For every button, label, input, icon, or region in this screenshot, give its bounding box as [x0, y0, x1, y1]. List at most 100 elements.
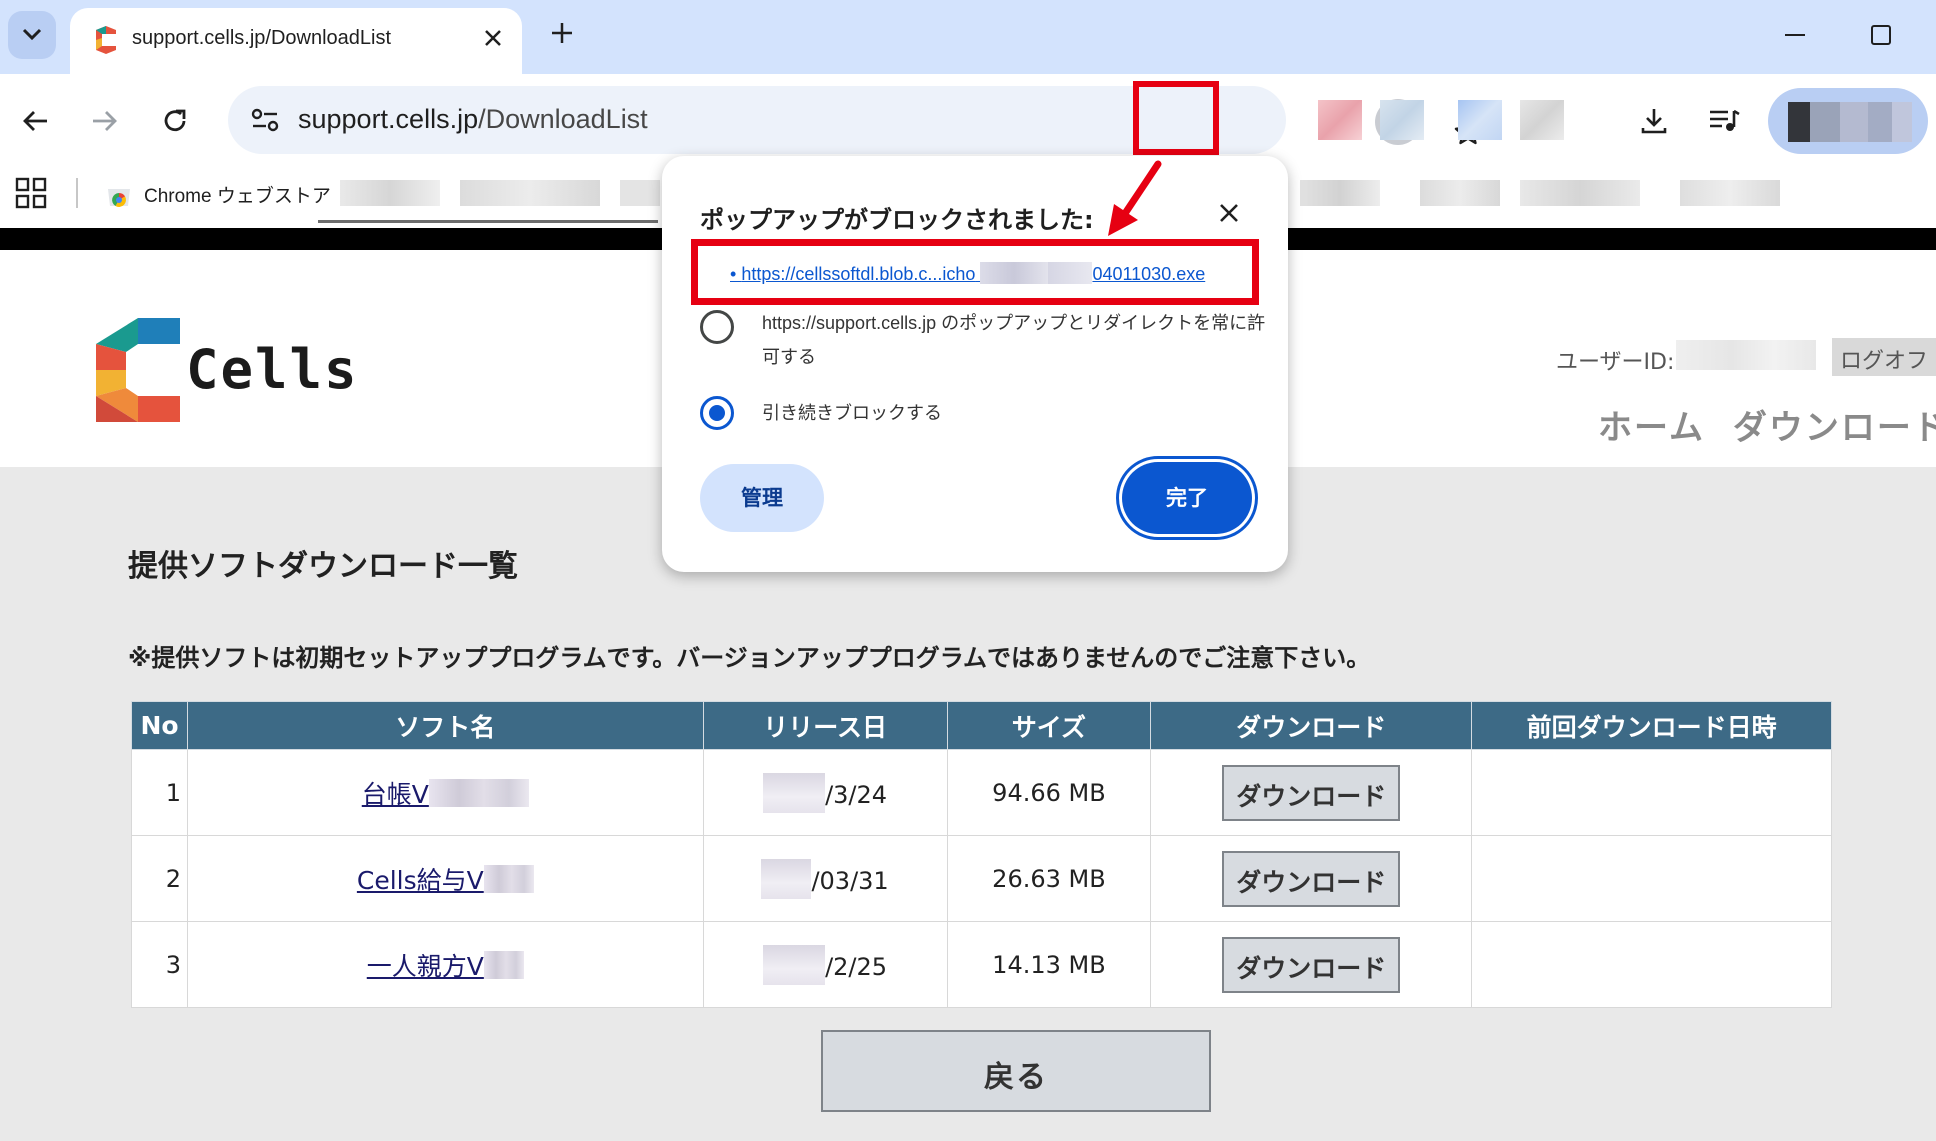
download-button[interactable]: ダウンロード — [1222, 936, 1401, 993]
row-release-cell: /2/25 — [702, 921, 948, 1008]
bookmark-item[interactable] — [620, 180, 660, 206]
new-tab-plus-icon[interactable] — [546, 17, 578, 49]
radio-block[interactable] — [700, 396, 734, 430]
row-last-download — [1471, 835, 1832, 922]
radio-allow-label[interactable]: https://support.cells.jp のポップアップとリダイレクトを… — [762, 306, 1265, 374]
top-nav: ホーム ダウンロード — [1598, 400, 1936, 449]
extension-icon[interactable] — [1520, 100, 1564, 140]
address-bar[interactable]: support.cells.jp/DownloadList — [228, 86, 1482, 154]
software-link[interactable]: Cells給与V — [357, 864, 534, 895]
redacted-year — [763, 772, 826, 813]
release-date: /3/24 — [825, 780, 888, 809]
extension-icon[interactable] — [1458, 100, 1502, 140]
tab-search-button[interactable] — [8, 11, 56, 59]
row-no: 2 — [131, 835, 188, 922]
bookmark-item[interactable] — [1520, 180, 1640, 206]
site-settings-icon[interactable] — [244, 100, 286, 140]
table-header-row: No ソフト名 リリース日 サイズ ダウンロード 前回ダウンロード日時 — [131, 701, 1832, 750]
radio-allow-label-line1: https://support.cells.jp のポップアップとリダイレクトを… — [762, 313, 1266, 333]
maximize-icon[interactable] — [1866, 20, 1896, 50]
redacted-year — [763, 944, 826, 985]
table-row: 1 台帳V /3/24 94.66 MB ダウンロード — [131, 749, 1832, 836]
back-arrow-icon[interactable] — [14, 100, 56, 142]
minimize-icon[interactable] — [1780, 20, 1810, 50]
logoff-button[interactable]: ログオフ — [1832, 338, 1936, 376]
redacted-year — [761, 858, 812, 899]
software-name: 台帳V — [361, 779, 429, 809]
row-name-cell: 一人親方V — [186, 921, 704, 1008]
highlight-box-popup-link — [691, 239, 1259, 305]
page-title: 提供ソフトダウンロード一覧 — [128, 549, 518, 584]
forward-arrow-icon[interactable] — [84, 100, 126, 142]
download-button[interactable]: ダウンロード — [1222, 764, 1401, 821]
bookmark-label: Chrome ウェブストア — [144, 185, 331, 207]
radio-allow[interactable] — [700, 310, 734, 344]
software-link[interactable]: 一人親方V — [366, 950, 524, 981]
table-row: 2 Cells給与V /03/31 26.63 MB ダウンロード — [131, 835, 1832, 922]
row-release-cell: /03/31 — [702, 835, 948, 922]
radio-block-label[interactable]: 引き続きブロックする — [762, 396, 942, 430]
manage-button[interactable]: 管理 — [700, 464, 824, 532]
row-no: 1 — [131, 749, 188, 836]
chrome-webstore-icon — [108, 189, 130, 207]
reload-icon[interactable] — [154, 100, 196, 142]
column-header-size: サイズ — [946, 701, 1152, 750]
table-row: 3 一人親方V /2/25 14.13 MB ダウンロード — [131, 921, 1832, 1008]
active-tab[interactable]: support.cells.jp/DownloadList — [70, 8, 522, 74]
apps-grid-icon[interactable] — [14, 176, 48, 210]
download-table: No ソフト名 リリース日 サイズ ダウンロード 前回ダウンロード日時 1 台帳… — [131, 701, 1832, 1008]
nav-download[interactable]: ダウンロード — [1733, 408, 1936, 448]
redacted-version — [483, 864, 534, 893]
browser-toolbar: support.cells.jp/DownloadList — [0, 74, 1936, 168]
bookmark-item[interactable] — [340, 180, 440, 206]
redacted-version — [483, 950, 524, 979]
red-arrow-annotation — [1108, 160, 1162, 236]
row-download-cell: ダウンロード — [1150, 749, 1473, 836]
software-name: 一人親方V — [366, 951, 484, 981]
done-button[interactable]: 完了 — [1122, 462, 1252, 534]
url-host: support.cells.jp — [298, 104, 479, 134]
column-header-no: No — [131, 701, 188, 750]
radio-allow-label-line2: 可する — [762, 347, 816, 367]
popup-blocked-dialog: ポップアップがブロックされました: • https://cellssoftdl.… — [662, 156, 1288, 572]
close-icon[interactable] — [1214, 198, 1244, 228]
chevron-down-icon — [22, 28, 42, 41]
release-date: /03/31 — [811, 866, 889, 895]
bookmark-item[interactable] — [460, 180, 600, 206]
download-button[interactable]: ダウンロード — [1222, 850, 1401, 907]
bookmark-item[interactable] — [1300, 180, 1380, 206]
software-link[interactable]: 台帳V — [361, 778, 529, 809]
row-download-cell: ダウンロード — [1150, 835, 1473, 922]
nav-home[interactable]: ホーム — [1598, 408, 1705, 448]
bookmark-chrome-webstore[interactable]: Chrome ウェブストア — [104, 176, 331, 212]
row-size: 14.13 MB — [946, 921, 1152, 1008]
extension-icon[interactable] — [1380, 100, 1424, 140]
row-last-download — [1471, 921, 1832, 1008]
row-release-cell: /3/24 — [702, 749, 948, 836]
userid-value — [1676, 340, 1816, 370]
notice-text: ※提供ソフトは初期セットアッププログラムです。バージョンアッププログラムではあり… — [128, 644, 1371, 672]
bookmarks-separator — [76, 178, 78, 208]
logo-text[interactable]: Cells — [186, 338, 359, 401]
column-header-release: リリース日 — [702, 701, 948, 750]
dialog-title: ポップアップがブロックされました: — [700, 206, 1094, 234]
download-icon[interactable] — [1632, 100, 1676, 142]
highlight-box-popup-icon — [1133, 81, 1219, 155]
avatar — [1788, 102, 1912, 142]
row-name-cell: 台帳V — [186, 749, 704, 836]
media-controls-icon[interactable] — [1702, 100, 1746, 142]
bookmark-item[interactable] — [1680, 180, 1780, 206]
tab-close-icon[interactable] — [478, 23, 508, 53]
extension-icon[interactable] — [1318, 100, 1362, 140]
cells-logo-icon[interactable] — [96, 318, 180, 422]
profile-button[interactable] — [1768, 88, 1928, 154]
url-text[interactable]: support.cells.jp/DownloadList — [298, 104, 648, 135]
back-button[interactable]: 戻る — [821, 1030, 1211, 1112]
column-header-last-download: 前回ダウンロード日時 — [1471, 701, 1832, 750]
row-no: 3 — [131, 921, 188, 1008]
bookmark-item[interactable] — [1420, 180, 1500, 206]
row-download-cell: ダウンロード — [1150, 921, 1473, 1008]
tab-strip: support.cells.jp/DownloadList — [0, 0, 1936, 74]
tab-title: support.cells.jp/DownloadList — [132, 27, 392, 49]
row-last-download — [1471, 749, 1832, 836]
